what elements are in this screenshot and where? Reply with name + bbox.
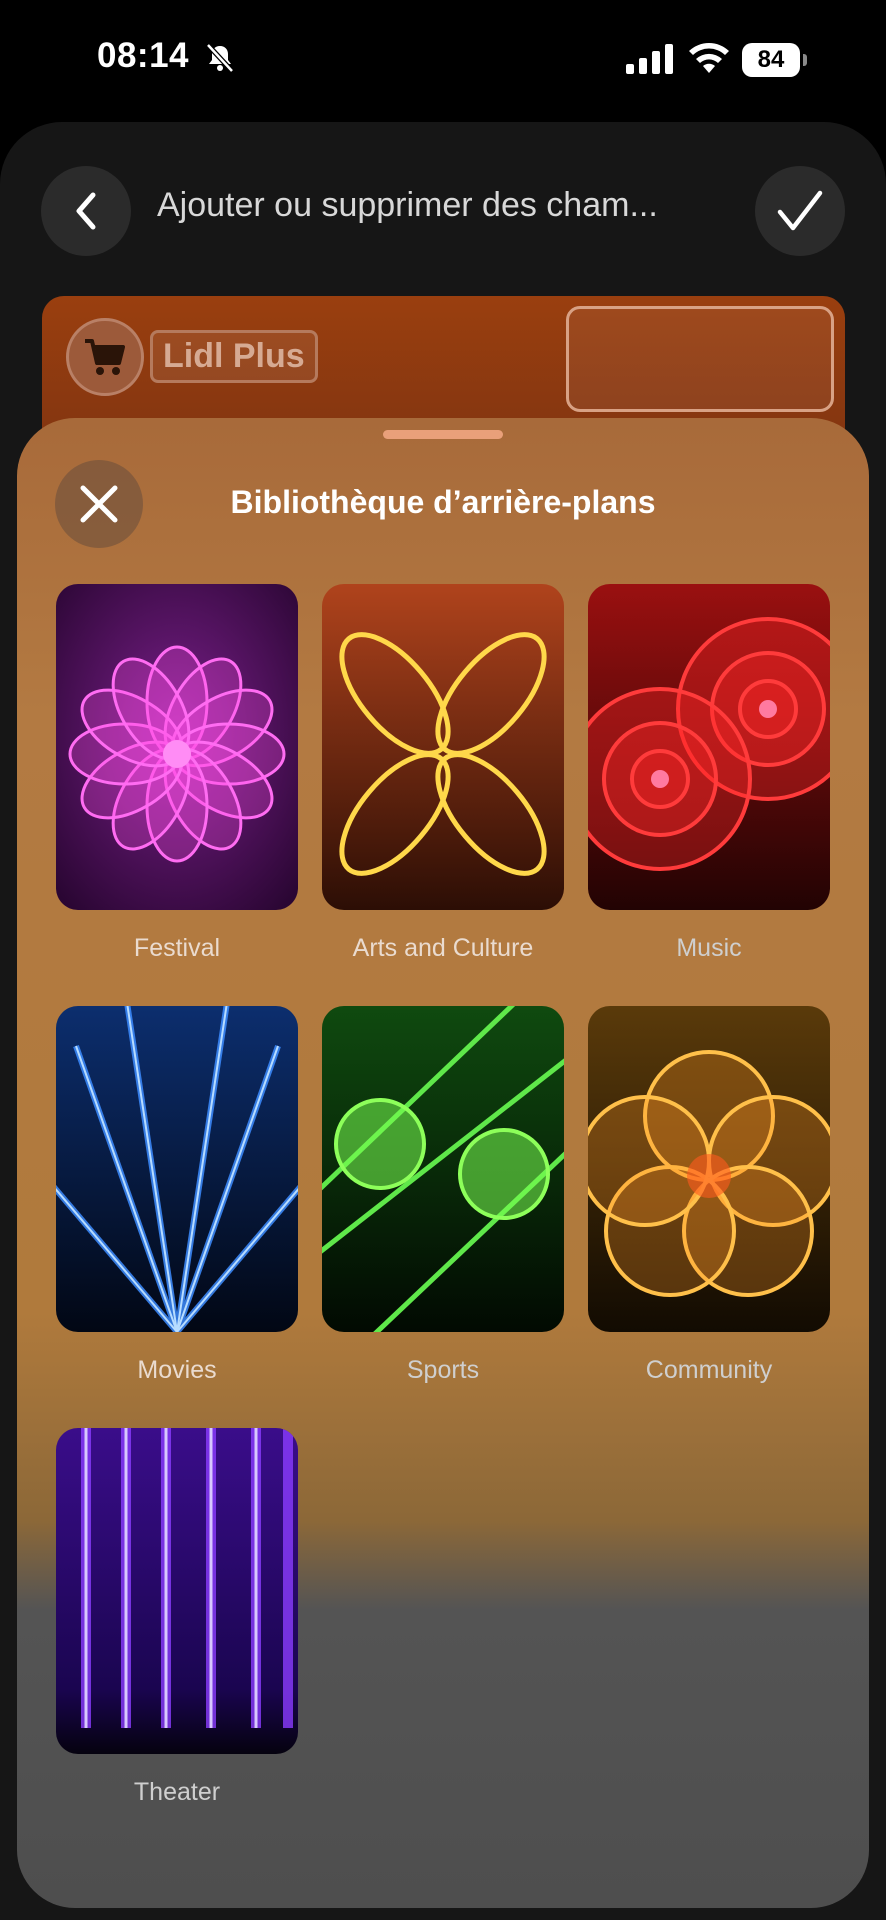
sports-thumbnail bbox=[322, 1006, 564, 1332]
confirm-button[interactable] bbox=[755, 166, 845, 256]
status-time: 08:14 bbox=[97, 36, 190, 75]
background-label-movies: Movies bbox=[137, 1356, 217, 1384]
pass-logo bbox=[66, 318, 144, 396]
arts-and-culture-thumbnail bbox=[322, 584, 564, 910]
shopping-cart-icon bbox=[85, 339, 125, 375]
battery-level: 84 bbox=[742, 43, 800, 77]
background-tile-sports[interactable]: Sports bbox=[322, 1006, 564, 1385]
festival-thumbnail bbox=[56, 584, 298, 910]
screen: 08:14 84 Ajouter ou supprimer des cham..… bbox=[0, 0, 886, 1920]
background-label-festival: Festival bbox=[133, 934, 221, 962]
pass-name: Lidl Plus bbox=[150, 330, 318, 383]
checkmark-icon bbox=[777, 190, 823, 231]
background-label-sports: Sports bbox=[406, 1356, 480, 1384]
background-label-arts-and-culture: Arts and Culture bbox=[352, 934, 534, 962]
music-thumbnail bbox=[588, 584, 830, 910]
pass-header-field[interactable] bbox=[566, 306, 834, 412]
background-tile-community[interactable]: Community bbox=[588, 1006, 830, 1385]
background-tile-theater[interactable]: Theater bbox=[56, 1428, 298, 1807]
sheet-title: Bibliothèque d’arrière-plans bbox=[230, 484, 656, 520]
battery-cap bbox=[803, 54, 807, 66]
movies-thumbnail bbox=[56, 1006, 298, 1332]
community-thumbnail bbox=[588, 1006, 830, 1332]
bell-slash-icon bbox=[206, 43, 234, 73]
background-library-sheet: Bibliothèque d’arrière-plans Festival Ar… bbox=[17, 418, 869, 1908]
page-title: Ajouter ou supprimer des cham... bbox=[157, 186, 658, 224]
chevron-left-icon bbox=[76, 192, 96, 230]
background-tile-movies[interactable]: Movies bbox=[56, 1006, 298, 1385]
background-tile-arts-and-culture[interactable]: Arts and Culture bbox=[322, 584, 564, 963]
battery-icon: 84 bbox=[742, 43, 808, 77]
background-label-music: Music bbox=[676, 934, 742, 962]
back-button[interactable] bbox=[41, 166, 131, 256]
status-bar: 08:14 84 bbox=[0, 0, 886, 118]
background-tile-music[interactable]: Music bbox=[588, 584, 830, 963]
theater-thumbnail bbox=[56, 1428, 298, 1754]
cellular-signal-icon bbox=[626, 44, 673, 74]
background-label-community: Community bbox=[645, 1356, 773, 1384]
background-tile-festival[interactable]: Festival bbox=[56, 584, 298, 963]
wifi-icon bbox=[689, 43, 729, 73]
sheet-grabber[interactable] bbox=[383, 430, 503, 439]
background-label-theater: Theater bbox=[133, 1778, 221, 1806]
